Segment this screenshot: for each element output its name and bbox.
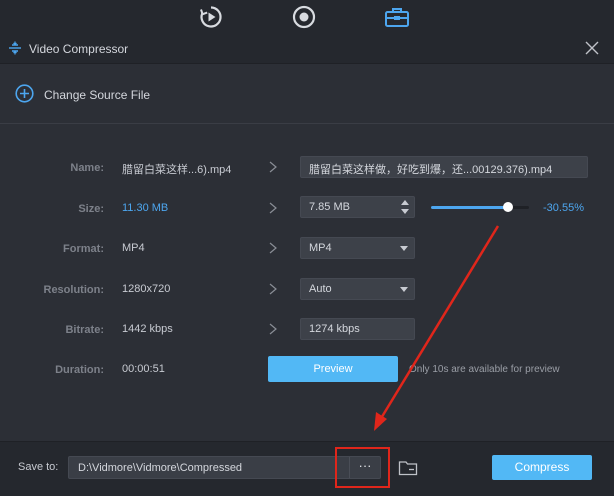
original-bitrate-value: 1442 kbps <box>122 323 173 335</box>
output-name-field[interactable]: 腊留白菜这样做，好吃到爆，还...00129.376).mp4 <box>300 156 588 178</box>
disc-icon[interactable] <box>291 4 317 30</box>
size-slider[interactable] <box>431 202 529 212</box>
chevron-right-icon <box>269 283 277 295</box>
close-icon[interactable] <box>584 40 600 56</box>
chevron-right-icon <box>269 242 277 254</box>
dropdown-caret-icon <box>400 287 408 292</box>
save-to-label: Save to: <box>18 461 59 473</box>
output-size-value: 7.85 MB <box>309 201 350 213</box>
dialog-title: Video Compressor <box>29 42 129 56</box>
top-toolbar <box>0 0 614 33</box>
original-format-value: MP4 <box>122 242 145 254</box>
resolution-select-value: Auto <box>309 283 332 295</box>
add-circle-icon[interactable] <box>15 84 34 103</box>
format-select-value: MP4 <box>309 242 332 254</box>
size-slider-handle[interactable] <box>503 202 514 212</box>
output-bitrate-value: 1274 kbps <box>309 323 360 335</box>
decrement-arrow-icon[interactable] <box>401 209 409 214</box>
toolbox-icon[interactable] <box>384 4 410 30</box>
browse-button[interactable]: ··· <box>349 457 380 478</box>
format-select[interactable]: MP4 <box>300 237 415 259</box>
dialog-titlebar: Video Compressor <box>0 33 614 64</box>
increment-arrow-icon[interactable] <box>401 200 409 205</box>
output-size-stepper[interactable]: 7.85 MB <box>300 196 415 218</box>
chevron-right-icon <box>269 323 277 335</box>
original-size-value: 11.30 MB <box>122 202 169 214</box>
rotate-play-icon[interactable] <box>198 4 224 30</box>
original-resolution-value: 1280x720 <box>122 283 171 295</box>
save-path-value: D:\Vidmore\Vidmore\Compressed <box>78 462 243 474</box>
size-percent: -30.55% <box>543 202 584 214</box>
size-slider-fill <box>431 206 509 209</box>
preview-note: Only 10s are available for preview <box>409 364 560 375</box>
size-label: Size: <box>78 203 104 215</box>
output-bitrate-field[interactable]: 1274 kbps <box>300 318 415 340</box>
chevron-right-icon <box>269 202 277 214</box>
bitrate-label: Bitrate: <box>65 324 104 336</box>
save-path-field[interactable]: D:\Vidmore\Vidmore\Compressed <box>68 456 381 479</box>
format-label: Format: <box>63 243 104 255</box>
open-folder-icon[interactable] <box>398 459 418 476</box>
chevron-right-icon <box>269 161 277 173</box>
duration-value: 00:00:51 <box>122 363 165 375</box>
name-label: Name: <box>70 162 104 174</box>
duration-label: Duration: <box>55 364 104 376</box>
resolution-select[interactable]: Auto <box>300 278 415 300</box>
dropdown-caret-icon <box>400 246 408 251</box>
compress-button[interactable]: Compress <box>492 455 592 480</box>
output-name-value: 腊留白菜这样做，好吃到爆，还...00129.376).mp4 <box>309 164 553 176</box>
resolution-label: Resolution: <box>43 284 105 296</box>
original-name-value: 腊留白菜这样...6).mp4 <box>122 164 232 176</box>
preview-button[interactable]: Preview <box>268 356 398 382</box>
bottom-bar: Save to: D:\Vidmore\Vidmore\Compressed ·… <box>0 441 614 496</box>
compress-icon <box>9 41 21 55</box>
change-source-file-button[interactable]: Change Source File <box>44 88 150 102</box>
source-area: Change Source File <box>0 64 614 124</box>
